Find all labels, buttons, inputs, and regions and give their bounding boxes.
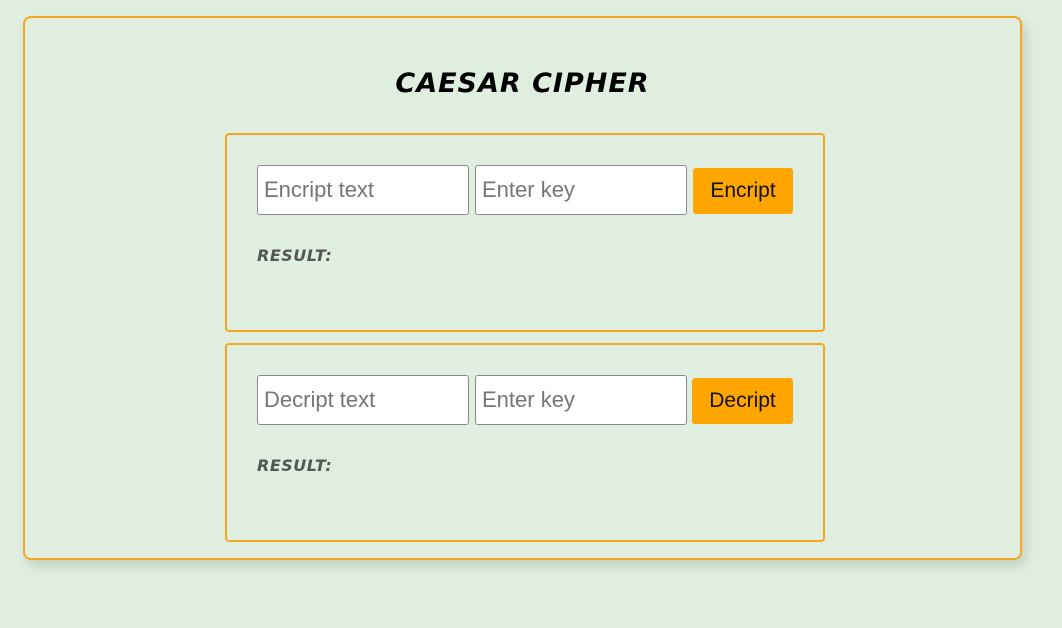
decrypt-result-label: RESULT: <box>257 456 333 475</box>
app-container: CAESAR CIPHER Encript RESULT: Decript RE… <box>23 16 1022 560</box>
encrypt-panel: Encript RESULT: <box>225 133 825 332</box>
encrypt-key-input[interactable] <box>475 165 687 215</box>
decrypt-button[interactable]: Decript <box>692 378 793 424</box>
encrypt-result: RESULT: <box>257 246 332 265</box>
page-title: CAESAR CIPHER <box>395 68 650 99</box>
decrypt-result: RESULT: <box>257 456 332 475</box>
decrypt-key-input[interactable] <box>475 375 687 425</box>
encrypt-result-label: RESULT: <box>257 246 333 265</box>
decrypt-text-input[interactable] <box>257 375 469 425</box>
decrypt-panel: Decript RESULT: <box>225 343 825 542</box>
encrypt-text-input[interactable] <box>257 165 469 215</box>
encrypt-button[interactable]: Encript <box>693 168 793 214</box>
